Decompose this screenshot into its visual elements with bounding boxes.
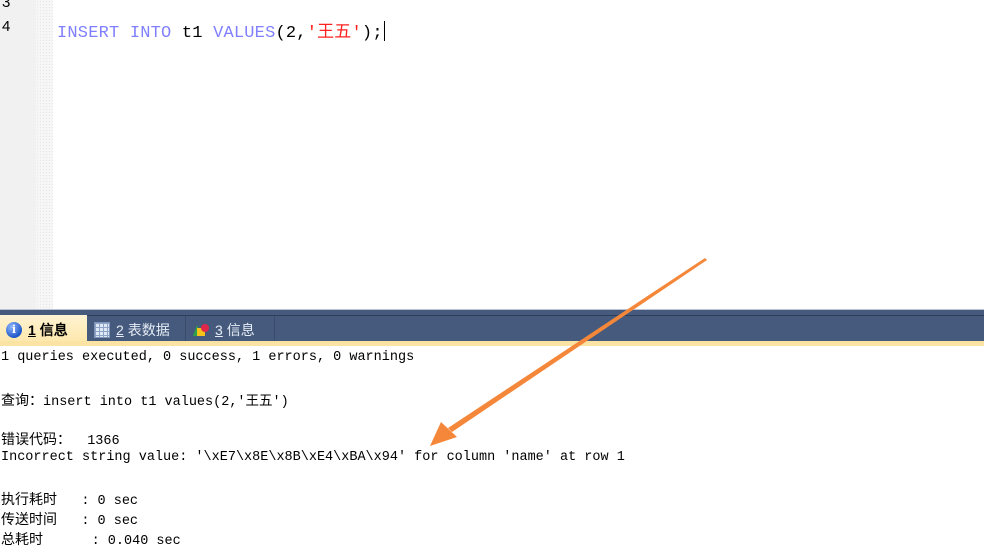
sql-editor[interactable]: 3 4 INSERT INTO t1 VALUES(2,'王五'); <box>0 0 984 309</box>
keyword-insert: INSERT <box>57 24 120 43</box>
table-identifier: t1 <box>181 24 203 43</box>
tab-label: 信息 <box>226 321 255 338</box>
timing-value: : 0 sec <box>81 494 139 509</box>
info-icon: i <box>6 322 22 338</box>
error-code-value: 1366 <box>87 434 120 449</box>
query-text: insert into t1 values(2,'王五') <box>43 395 289 410</box>
timing-label: 总耗时 <box>1 532 43 548</box>
code-punct-open: (2, <box>275 24 307 43</box>
timing-label: 执行耗时 <box>1 492 57 508</box>
keyword-into: INTO <box>129 24 172 43</box>
tab-table-data[interactable]: 2 表数据 <box>88 316 186 343</box>
result-tab-bar: i 1 信息 2 表数据 3 信息 <box>0 309 984 345</box>
timing-label: 传送时间 <box>1 512 57 528</box>
code-line[interactable]: INSERT INTO t1 VALUES(2,'王五'); <box>57 17 385 43</box>
query-line: 查询：insert into t1 values(2,'王五') <box>1 389 289 410</box>
timing-value: : 0.040 sec <box>91 534 181 549</box>
string-literal: '王五' <box>306 24 362 43</box>
tab-number: 3 <box>215 321 223 338</box>
tab-label: 表数据 <box>127 321 170 338</box>
keyword-values: VALUES <box>213 24 276 43</box>
execution-summary: 1 queries executed, 0 success, 1 errors,… <box>1 350 415 365</box>
timing-row: 总耗时 : 0.040 sec <box>1 529 181 549</box>
error-code-line: 错误代码： 1366 <box>1 429 120 449</box>
tab-number: 1 <box>28 322 36 338</box>
timing-row: 执行耗时 : 0 sec <box>1 489 138 509</box>
table-grid-icon <box>94 321 110 338</box>
tab-number: 2 <box>116 321 124 338</box>
code-punct-close: ); <box>361 24 383 43</box>
line-number-gutter: 3 4 <box>0 0 36 309</box>
query-label: 查询： <box>1 393 43 409</box>
timing-row: 传送时间 : 0 sec <box>1 509 138 529</box>
tab-label: 信息 <box>39 322 68 338</box>
text-caret <box>383 21 385 41</box>
line-number: 3 <box>2 0 11 11</box>
messages-panel[interactable]: 1 queries executed, 0 success, 1 errors,… <box>0 346 984 556</box>
tab-messages-3[interactable]: 3 信息 <box>187 316 275 343</box>
shapes-icon <box>193 322 209 338</box>
line-number: 4 <box>2 18 11 35</box>
timing-value: : 0 sec <box>81 514 139 529</box>
error-message: Incorrect string value: '\xE7\x8E\x8B\xE… <box>1 450 625 465</box>
error-code-label: 错误代码： <box>1 432 71 448</box>
fold-margin <box>36 0 53 309</box>
